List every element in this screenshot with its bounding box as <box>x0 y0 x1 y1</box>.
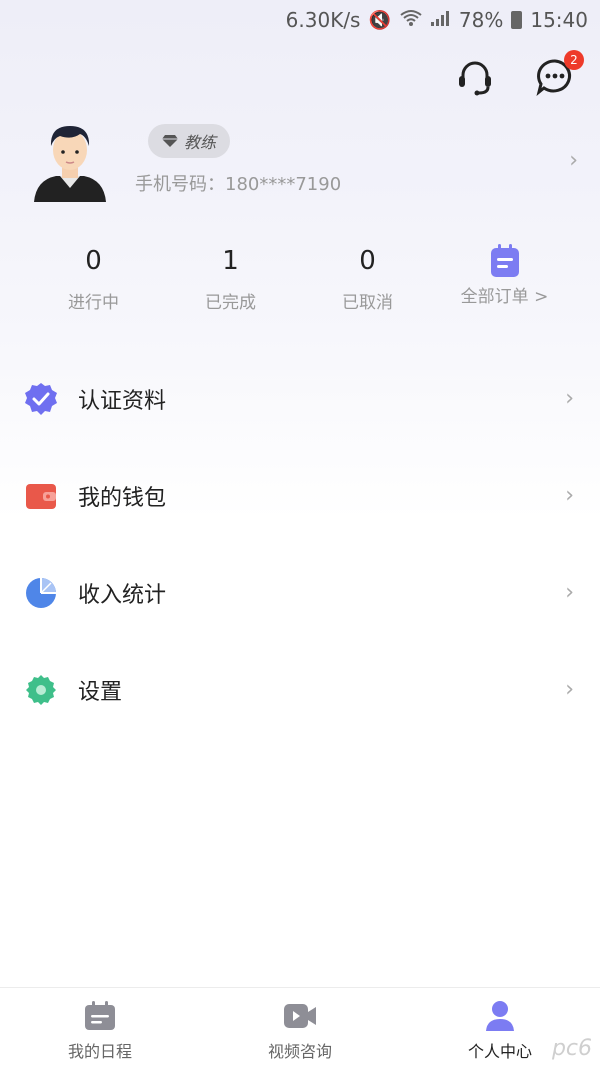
battery-percent: 78% <box>458 8 504 32</box>
menu-list: 认证资料 › 我的钱包 › 收入统计 › 设置 › <box>0 350 600 738</box>
all-orders-button[interactable]: 全部订单 > <box>436 242 573 313</box>
avatar <box>34 126 106 202</box>
menu-label: 收入统计 <box>78 582 167 608</box>
stat-value: 0 <box>85 246 102 276</box>
gear-icon <box>24 673 58 707</box>
order-list-icon <box>490 244 519 277</box>
stat-cancelled[interactable]: 0 已取消 <box>299 242 436 313</box>
chevron-right-icon: › <box>569 148 578 173</box>
stat-label: 已取消 <box>342 293 393 313</box>
menu-item-settings[interactable]: 设置 › <box>0 641 600 738</box>
menu-item-wallet[interactable]: 我的钱包 › <box>0 447 600 544</box>
network-speed: 6.30K/s <box>285 8 361 32</box>
calendar-icon <box>83 1000 117 1032</box>
profile-card[interactable]: 教练 手机号码：180****7190 › <box>30 118 580 208</box>
bottom-tab-bar: 我的日程 视频咨询 个人中心 pc6 <box>0 987 600 1069</box>
tab-video-consult[interactable]: 视频咨询 <box>200 988 400 1069</box>
tab-label: 视频咨询 <box>267 1042 332 1061</box>
top-actions: 2 <box>454 50 584 98</box>
person-icon <box>483 1000 517 1032</box>
order-stats: 0 进行中 1 已完成 0 已取消 全部订单 > <box>25 242 575 313</box>
menu-label: 我的钱包 <box>78 485 167 511</box>
diamond-icon <box>162 135 178 147</box>
wifi-icon <box>399 9 423 32</box>
tab-label: 我的日程 <box>67 1042 132 1061</box>
pie-chart-icon <box>24 576 58 610</box>
stat-label: 已完成 <box>205 293 256 313</box>
clock: 15:40 <box>530 8 588 32</box>
chevron-right-icon: › <box>565 677 574 702</box>
wallet-icon <box>24 479 58 513</box>
all-orders-label: 全部订单 > <box>460 287 549 307</box>
menu-item-income-stats[interactable]: 收入统计 › <box>0 544 600 641</box>
verified-badge-icon <box>24 382 58 416</box>
phone-number: 手机号码：180****7190 <box>135 174 342 195</box>
message-count-badge: 2 <box>564 50 584 70</box>
stat-in-progress[interactable]: 0 进行中 <box>25 242 162 313</box>
menu-label: 设置 <box>78 679 123 705</box>
battery-icon <box>511 11 523 29</box>
signal-icon <box>430 10 451 31</box>
stat-completed[interactable]: 1 已完成 <box>162 242 299 313</box>
mute-icon: 🔇 <box>368 9 391 31</box>
video-icon <box>283 1000 317 1032</box>
stat-value: 0 <box>359 246 376 276</box>
messages-button[interactable]: 2 <box>534 50 584 98</box>
status-bar: 6.30K/s 🔇 78% 15:40 <box>0 0 600 40</box>
menu-item-certification[interactable]: 认证资料 › <box>0 350 600 447</box>
tab-my-schedule[interactable]: 我的日程 <box>0 988 200 1069</box>
chevron-right-icon: › <box>565 386 574 411</box>
role-label: 教练 <box>184 133 217 152</box>
stat-label: 进行中 <box>68 293 119 313</box>
menu-label: 认证资料 <box>78 388 167 414</box>
role-badge: 教练 <box>148 124 231 158</box>
stat-value: 1 <box>222 246 239 276</box>
watermark: pc6 <box>551 1036 592 1061</box>
customer-service-button[interactable] <box>454 56 496 98</box>
headset-icon <box>459 61 491 96</box>
tab-label: 个人中心 <box>467 1042 532 1061</box>
chevron-right-icon: › <box>565 483 574 508</box>
chevron-right-icon: › <box>565 580 574 605</box>
